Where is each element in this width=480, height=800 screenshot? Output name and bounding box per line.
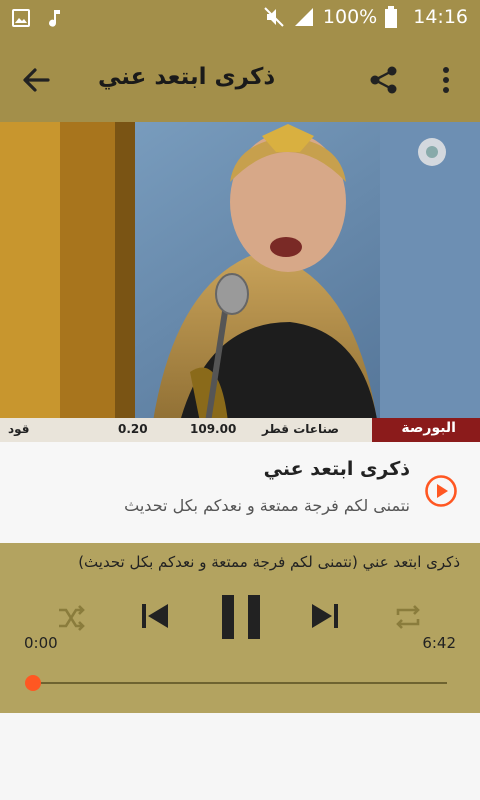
duration-time: 6:42 xyxy=(422,634,456,652)
video-player[interactable]: البورصة صناعات قطر 109.00 0.20 قود xyxy=(0,122,480,442)
seek-bar[interactable] xyxy=(33,682,447,684)
track-subtitle: نتمنى لكم فرجة ممتعة و نعدكم بكل تحديث xyxy=(124,496,410,515)
pause-icon[interactable] xyxy=(218,593,264,641)
back-arrow-icon[interactable] xyxy=(18,62,54,98)
app-title: ذكرى ابتعد عني xyxy=(98,64,276,90)
status-bar: 100% 14:16 xyxy=(0,0,480,38)
ticker-item: قود xyxy=(8,422,30,436)
status-left xyxy=(12,8,62,28)
repeat-icon[interactable] xyxy=(392,601,424,633)
video-frame xyxy=(0,122,480,442)
bottom-area xyxy=(0,713,480,800)
previous-icon[interactable] xyxy=(138,599,172,633)
battery-icon xyxy=(385,6,398,28)
share-icon[interactable] xyxy=(368,64,400,96)
now-playing-text: ذكرى ابتعد عني (نتمنى لكم فرجة ممتعة و ن… xyxy=(78,553,460,571)
ticker-left-text: البورصة xyxy=(401,420,456,436)
media-player: ذكرى ابتعد عني (نتمنى لكم فرجة ممتعة و ن… xyxy=(0,543,480,713)
play-circle-icon[interactable] xyxy=(424,474,458,508)
track-card[interactable]: ذكرى ابتعد عني نتمنى لكم فرجة ممتعة و نع… xyxy=(0,442,480,544)
ticker-item: 0.20 xyxy=(118,422,148,436)
app-bar: ذكرى ابتعد عني xyxy=(0,38,480,122)
elapsed-time: 0:00 xyxy=(24,634,58,652)
battery-percent: 100% xyxy=(322,6,378,28)
mute-icon xyxy=(264,7,284,27)
signal-icon xyxy=(294,8,313,26)
image-icon xyxy=(12,9,30,27)
status-right: 100% 14:16 xyxy=(263,6,468,28)
ticker-item: صناعات قطر xyxy=(262,422,339,436)
clock: 14:16 xyxy=(413,6,468,28)
music-note-icon xyxy=(49,10,60,27)
more-vert-icon[interactable] xyxy=(436,64,456,96)
shuffle-icon[interactable] xyxy=(56,603,86,633)
next-icon[interactable] xyxy=(308,599,342,633)
ticker-item: 109.00 xyxy=(190,422,237,436)
track-title: ذكرى ابتعد عني xyxy=(263,458,410,480)
seek-thumb[interactable] xyxy=(25,675,41,691)
